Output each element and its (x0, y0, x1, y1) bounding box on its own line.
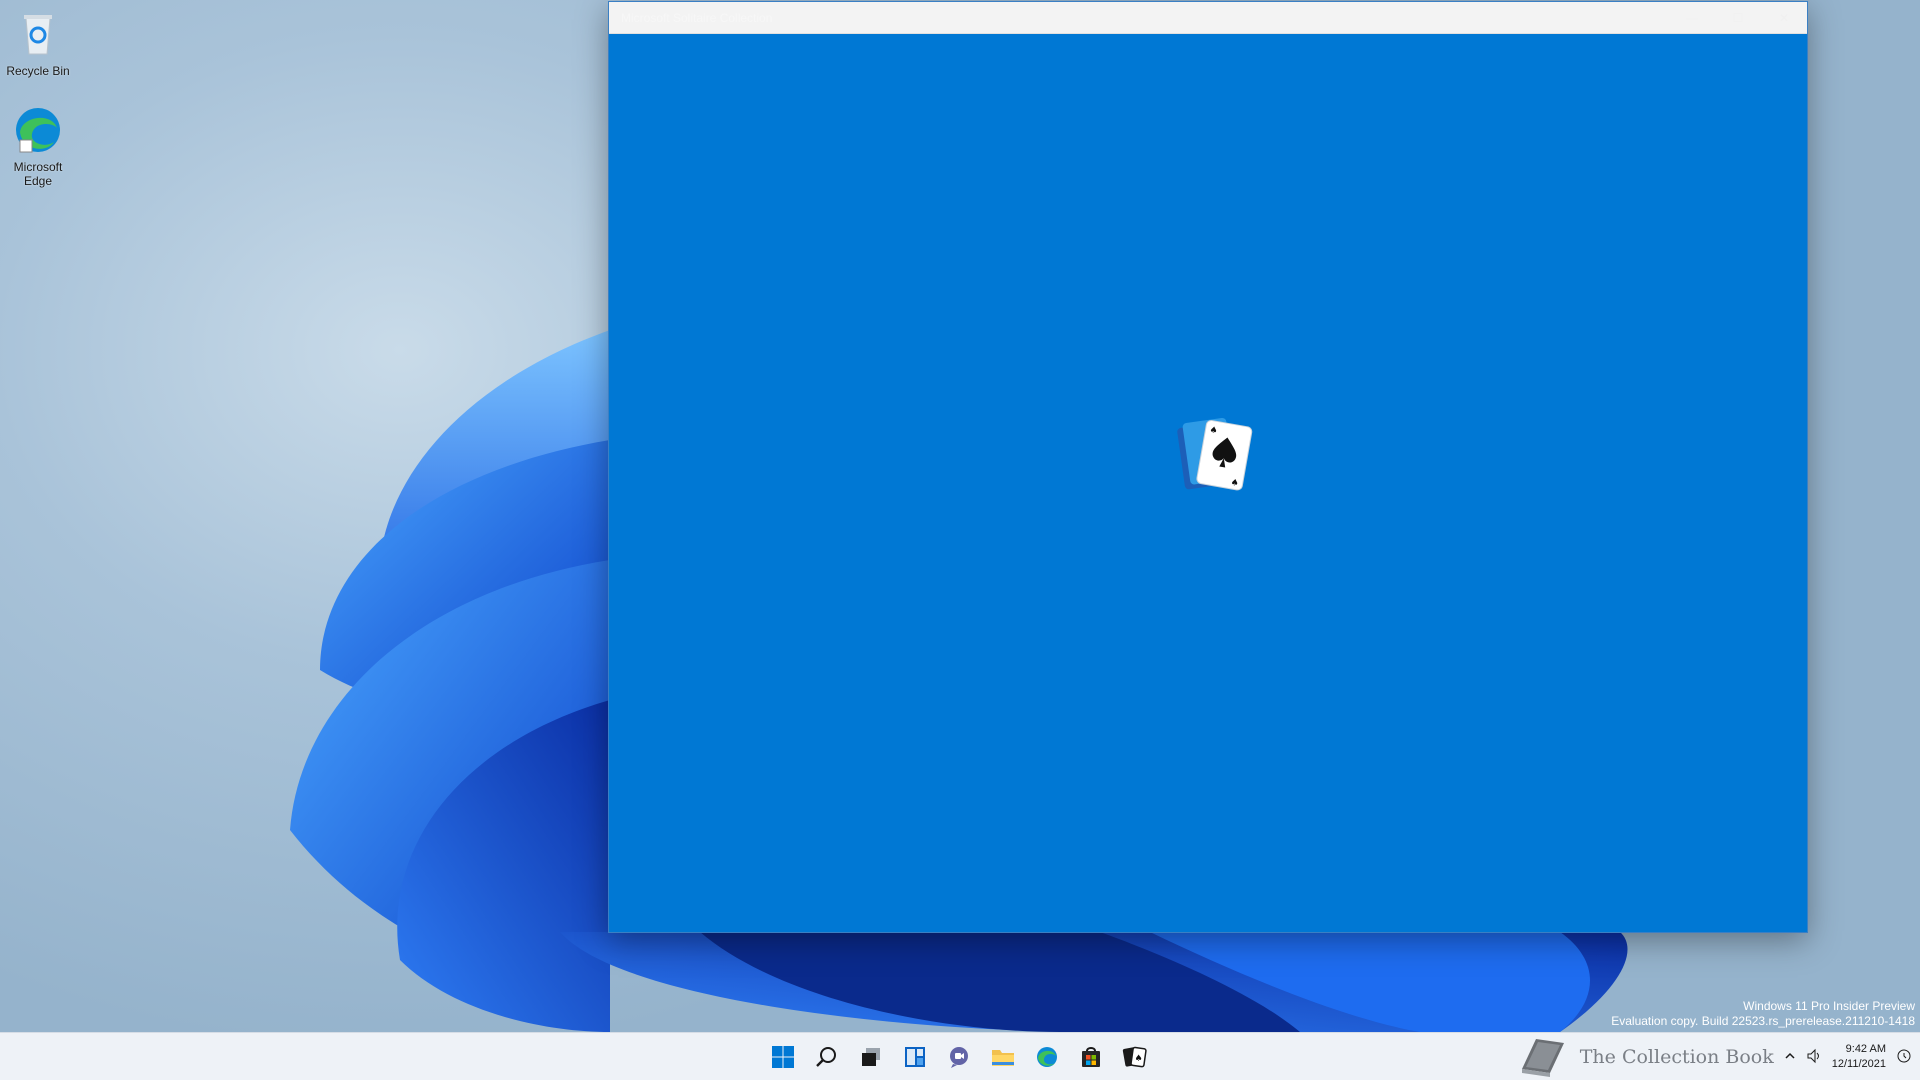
clock-time: 9:42 AM (1845, 1043, 1886, 1055)
svg-text:♠: ♠ (1230, 478, 1240, 489)
taskbar-pinned-apps: ♠ (765, 1033, 1153, 1080)
solitaire-cards-icon: ♠ ♠ (1163, 407, 1263, 507)
build-watermark: Windows 11 Pro Insider Preview Evaluatio… (1611, 999, 1915, 1029)
close-button[interactable]: ✕ (1761, 2, 1807, 34)
solitaire-window[interactable]: Microsoft Solitaire Collection — ☐ ✕ ♠ ♠ (608, 1, 1808, 933)
clock[interactable]: 9:42 AM 12/11/2021 (1832, 1042, 1886, 1072)
widgets-icon[interactable] (897, 1037, 933, 1077)
recycle-bin-icon (12, 8, 64, 60)
watermark-line-1: Windows 11 Pro Insider Preview (1743, 999, 1915, 1013)
watermark-line-2: Evaluation copy. Build 22523.rs_prerelea… (1611, 1014, 1915, 1028)
system-tray: The Collection Book 9:42 AM 12/11/2021 (1516, 1033, 1912, 1080)
search-icon[interactable] (809, 1037, 845, 1077)
file-explorer-icon[interactable] (985, 1037, 1021, 1077)
svg-text:♠: ♠ (1209, 425, 1219, 436)
speaker-icon[interactable] (1806, 1048, 1822, 1067)
svg-text:♠: ♠ (1135, 1054, 1143, 1064)
teams-chat-icon[interactable] (941, 1037, 977, 1077)
solitaire-icon[interactable]: ♠ (1117, 1037, 1153, 1077)
edge-label: Microsoft Edge (13, 160, 63, 188)
minimize-button[interactable]: — (1669, 2, 1715, 34)
collection-book-text: The Collection Book (1579, 1046, 1774, 1068)
book-icon (1516, 1033, 1570, 1080)
recycle-bin-label: Recycle Bin (6, 64, 70, 78)
window-titlebar[interactable]: Microsoft Solitaire Collection — ☐ ✕ (609, 2, 1807, 34)
taskbar: ♠ The Collection Book 9:42 AM 12/11/2021 (0, 1032, 1920, 1080)
desktop-icon-edge[interactable]: Microsoft Edge (0, 104, 76, 188)
notifications-icon[interactable] (1896, 1048, 1912, 1067)
edge-icon (12, 104, 64, 156)
desktop-icon-recycle-bin[interactable]: Recycle Bin (0, 8, 76, 78)
chevron-up-icon[interactable] (1784, 1050, 1796, 1065)
clock-date: 12/11/2021 (1831, 1058, 1886, 1070)
windows-start-icon[interactable] (765, 1037, 801, 1077)
task-view-icon[interactable] (853, 1037, 889, 1077)
edge-icon[interactable] (1029, 1037, 1065, 1077)
microsoft-store-icon[interactable] (1073, 1037, 1109, 1077)
maximize-button[interactable]: ☐ (1715, 2, 1761, 34)
window-title: Microsoft Solitaire Collection (621, 10, 773, 25)
